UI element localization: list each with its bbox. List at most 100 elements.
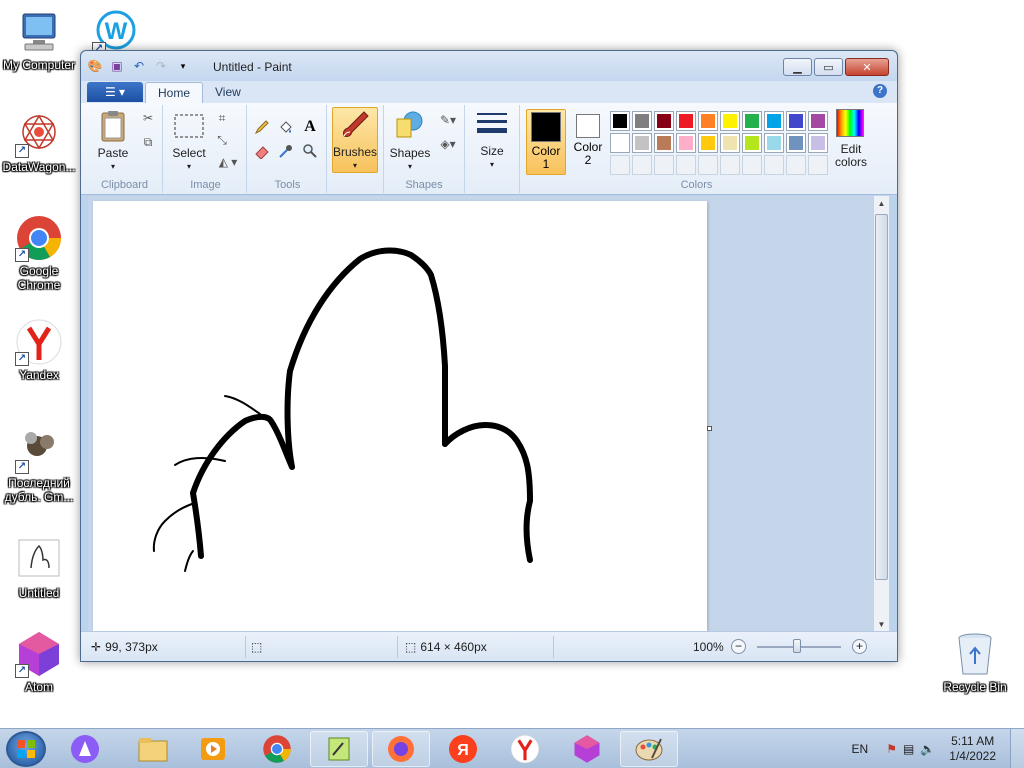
magnifier-icon[interactable] (299, 141, 321, 161)
text-icon[interactable]: A (299, 117, 321, 137)
paint-app-icon[interactable]: 🎨 (87, 58, 103, 74)
palette-custom-slot[interactable] (720, 155, 740, 175)
vertical-scrollbar[interactable]: ▲ ▼ (873, 196, 889, 632)
cursor-position-icon: ✛ (91, 640, 102, 654)
palette-custom-slot[interactable] (808, 155, 828, 175)
close-button[interactable]: ✕ (845, 58, 889, 76)
palette-color-swatch[interactable] (632, 111, 652, 131)
palette-custom-slot[interactable] (676, 155, 696, 175)
desktop-icon-yandex[interactable]: ↗ Yandex (1, 318, 77, 382)
taskbar-explorer[interactable] (124, 731, 182, 767)
help-icon[interactable]: ? (873, 84, 887, 98)
palette-color-swatch[interactable] (808, 133, 828, 153)
save-icon[interactable]: ▣ (109, 58, 125, 74)
title-bar[interactable]: 🎨 ▣ ↶ ↷ ▾ Untitled - Paint ▁ ▭ ✕ (81, 51, 897, 81)
palette-custom-slot[interactable] (742, 155, 762, 175)
fill-icon[interactable] (275, 117, 297, 137)
clock[interactable]: 5:11 AM 1/4/2022 (949, 734, 996, 764)
crop-icon[interactable]: ⌗ (213, 109, 231, 127)
taskbar-notepad-plus[interactable] (310, 731, 368, 767)
palette-color-swatch[interactable] (764, 111, 784, 131)
palette-color-swatch[interactable] (610, 111, 630, 131)
outline-icon[interactable]: ✎▾ (436, 111, 460, 129)
cut-icon[interactable]: ✂ (139, 109, 157, 127)
palette-color-swatch[interactable] (720, 111, 740, 131)
pencil-icon[interactable] (251, 117, 273, 137)
palette-color-swatch[interactable] (632, 133, 652, 153)
show-desktop-button[interactable] (1010, 729, 1024, 768)
undo-icon[interactable]: ↶ (131, 58, 147, 74)
size-button[interactable]: Size ▾ (471, 107, 513, 171)
action-center-icon[interactable]: ⚑ (886, 742, 897, 756)
language-indicator[interactable]: EN (852, 742, 869, 756)
select-button[interactable]: Select ▾ (169, 109, 209, 173)
desktop-icon-recycle-bin[interactable]: Recycle Bin (937, 630, 1013, 694)
brushes-button[interactable]: Brushes ▾ (332, 107, 378, 173)
zoom-out-button[interactable]: − (731, 639, 746, 654)
paste-button[interactable]: Paste ▾ (91, 109, 135, 173)
palette-color-swatch[interactable] (786, 111, 806, 131)
taskbar-paint[interactable] (620, 731, 678, 767)
palette-color-swatch[interactable] (764, 133, 784, 153)
scroll-thumb[interactable] (875, 214, 888, 580)
palette-custom-slot[interactable] (654, 155, 674, 175)
palette-color-swatch[interactable] (808, 111, 828, 131)
scroll-down-icon[interactable]: ▼ (874, 617, 889, 632)
desktop-icon-atom[interactable]: ↗ Atom (1, 630, 77, 694)
taskbar-atom[interactable] (558, 731, 616, 767)
palette-color-swatch[interactable] (786, 133, 806, 153)
palette-color-swatch[interactable] (676, 133, 696, 153)
palette-color-swatch[interactable] (698, 111, 718, 131)
palette-color-swatch[interactable] (654, 133, 674, 153)
palette-color-swatch[interactable] (676, 111, 696, 131)
desktop-icon-untitled[interactable]: Untitled (1, 536, 77, 600)
start-button[interactable] (6, 731, 46, 767)
volume-icon[interactable]: 🔈 (920, 742, 935, 756)
minimize-button[interactable]: ▁ (783, 58, 812, 76)
drawing-canvas[interactable] (93, 201, 707, 631)
taskbar-yandex-red[interactable]: Я (434, 731, 492, 767)
taskbar-yandex-browser[interactable] (496, 731, 554, 767)
resize-icon[interactable]: ⤡ (213, 131, 231, 149)
file-menu-button[interactable]: ☰ ▾ (87, 82, 143, 102)
palette-color-swatch[interactable] (742, 111, 762, 131)
network-icon[interactable]: ▤ (903, 742, 914, 756)
desktop-icon-google-chrome[interactable]: ↗ Google Chrome (1, 214, 77, 292)
palette-custom-slot[interactable] (610, 155, 630, 175)
eraser-icon[interactable] (251, 141, 273, 161)
taskbar-media-player[interactable] (184, 731, 242, 767)
zoom-slider-thumb[interactable] (793, 639, 801, 653)
palette-custom-slot[interactable] (698, 155, 718, 175)
palette-color-swatch[interactable] (610, 133, 630, 153)
shape-fill-icon[interactable]: ◈▾ (436, 135, 460, 153)
taskbar-chrome[interactable] (248, 731, 306, 767)
drawing (152, 247, 533, 572)
desktop-icon-my-computer[interactable]: My Computer (1, 8, 77, 72)
shapes-button[interactable]: Shapes ▾ (388, 109, 432, 173)
palette-custom-slot[interactable] (786, 155, 806, 175)
desktop-icon-last-take[interactable]: ↗ Последний дубль. Gm... (1, 426, 77, 504)
color-2-button[interactable]: Color 2 (568, 109, 608, 175)
taskbar-alice[interactable] (56, 731, 114, 767)
palette-custom-slot[interactable] (632, 155, 652, 175)
edit-colors-button[interactable]: Edit colors (832, 109, 870, 169)
scroll-up-icon[interactable]: ▲ (874, 196, 889, 211)
palette-color-swatch[interactable] (654, 111, 674, 131)
palette-custom-slot[interactable] (764, 155, 784, 175)
color-picker-icon[interactable] (275, 141, 297, 161)
palette-color-swatch[interactable] (742, 133, 762, 153)
customize-dropdown-icon[interactable]: ▾ (175, 58, 191, 74)
color-1-button[interactable]: Color 1 (526, 109, 566, 175)
palette-color-swatch[interactable] (720, 133, 740, 153)
canvas-resize-handle[interactable] (707, 426, 712, 431)
tab-home[interactable]: Home (145, 82, 204, 103)
rotate-icon[interactable]: ◭ ▾ (213, 153, 243, 171)
desktop-icon-datawagon[interactable]: ↗ DataWagon... (1, 110, 77, 174)
tab-view[interactable]: View (203, 82, 253, 103)
redo-icon[interactable]: ↷ (153, 58, 169, 74)
taskbar-firefox[interactable] (372, 731, 430, 767)
maximize-button[interactable]: ▭ (814, 58, 843, 76)
palette-color-swatch[interactable] (698, 133, 718, 153)
zoom-in-button[interactable]: + (852, 639, 867, 654)
copy-icon[interactable]: ⧉ (139, 133, 157, 151)
